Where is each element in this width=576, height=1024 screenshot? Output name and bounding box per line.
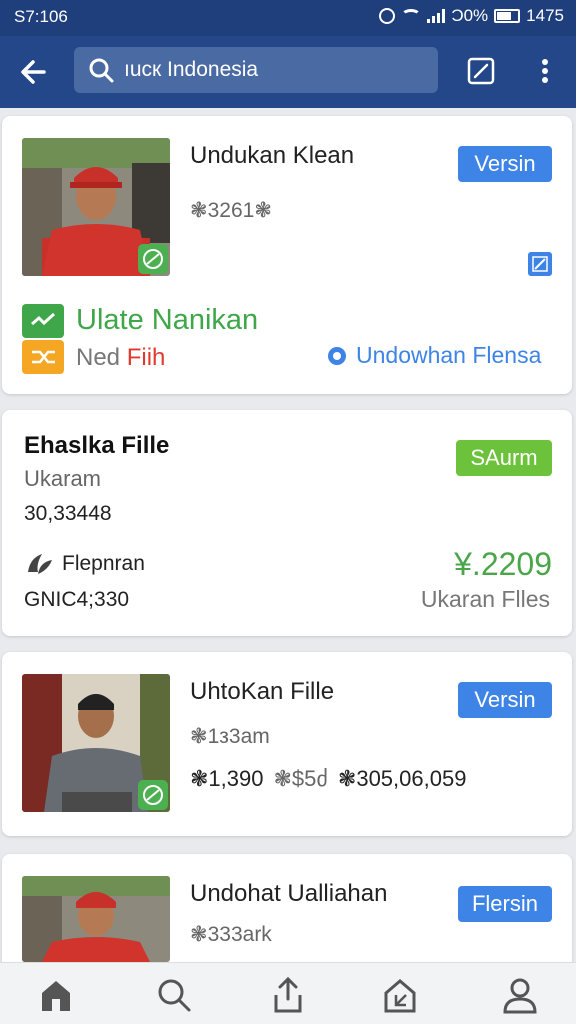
- gear-icon: [328, 346, 346, 365]
- edit-small-icon[interactable]: [528, 252, 552, 276]
- files-label: Ukaran Flles: [420, 586, 550, 612]
- nav-search[interactable]: [154, 975, 194, 1015]
- brand-label: Flepnran: [62, 552, 145, 575]
- file-code: GNIC4;330: [24, 588, 130, 611]
- secondary-label: Ned Fiih: [76, 344, 165, 372]
- app-bar: ıucк Indonesia: [0, 36, 576, 108]
- battery-icon: [494, 9, 521, 23]
- signal-icon: [427, 9, 446, 23]
- search-input[interactable]: ıucк Indonesia: [74, 47, 438, 93]
- download-link[interactable]: Undowhan Flensa: [324, 342, 541, 369]
- image-badge-icon: [138, 780, 168, 810]
- status-icons: Ɔ0% 1475: [379, 6, 564, 26]
- file-meta: ❃1з3am: [190, 725, 270, 748]
- file-card[interactable]: UhtoKan Fille ❃1з3am ❃1,390 ❃$5ძ ❃305,06…: [2, 652, 572, 836]
- thumbnail-image: [22, 876, 170, 962]
- status-right-text: 1475: [526, 6, 564, 25]
- stats-row: ❃1,390 ❃$5ძ ❃305,06,059: [190, 766, 466, 792]
- check-icon: [22, 304, 64, 338]
- file-meta: ❃3261❃: [190, 199, 272, 222]
- status-chip[interactable]: SAurm: [456, 440, 552, 476]
- thumbnail-image: [22, 674, 170, 812]
- file-card[interactable]: Undukan Klean ❃3261❃ Versin Ulate Nanika…: [2, 116, 572, 394]
- wifi-icon: [401, 9, 422, 23]
- more-dot-icon: [542, 68, 548, 74]
- alarm-icon: [379, 8, 396, 24]
- upload-icon: [274, 976, 302, 1013]
- search-icon: [158, 979, 191, 1012]
- more-menu-button[interactable]: [530, 56, 560, 88]
- stat-value: ❃$5ძ: [273, 766, 328, 791]
- status-bar: S7:106 Ɔ0% 1475: [0, 0, 576, 36]
- file-title: UhtoKan Fille: [190, 678, 335, 705]
- file-subtitle: Ukaram: [24, 466, 102, 491]
- home-download-icon: [384, 979, 416, 1013]
- brand-row: Flepnran: [24, 550, 145, 578]
- secondary-label-b: Fiih: [126, 344, 166, 371]
- back-arrow-icon: [21, 60, 46, 84]
- nav-share[interactable]: [268, 975, 308, 1015]
- file-number: 30,33448: [24, 502, 112, 525]
- back-button[interactable]: [16, 54, 52, 90]
- version-button[interactable]: Versin: [458, 146, 552, 182]
- leaf-icon: [28, 554, 52, 574]
- stat-value: ❃1,390: [190, 766, 264, 791]
- price-label: ¥.2209: [454, 546, 552, 582]
- status-label: Ulate Nanikan: [76, 304, 259, 336]
- more-dot-icon: [542, 77, 548, 83]
- file-card[interactable]: Ehaslka Fille Ukaram 30,33448 SAurm Flep…: [2, 410, 572, 636]
- nav-library[interactable]: [380, 975, 420, 1015]
- file-meta: ❃333ark: [190, 923, 272, 946]
- status-time: S7:106: [14, 7, 68, 26]
- battery-percent: Ɔ0%: [451, 6, 489, 25]
- image-badge-icon: [138, 244, 168, 274]
- download-link-label: Undowhan Flensa: [356, 342, 542, 368]
- search-query: ıucк Indonesia: [124, 58, 259, 81]
- bottom-navigation: [0, 962, 576, 1024]
- stat-value: ❃305,06,059: [337, 766, 467, 791]
- profile-icon: [503, 978, 537, 1014]
- more-dot-icon: [542, 59, 548, 65]
- secondary-label-a: Ned: [76, 344, 121, 371]
- version-button[interactable]: Versin: [458, 682, 552, 718]
- nav-home[interactable]: [36, 975, 76, 1015]
- nav-profile[interactable]: [500, 975, 540, 1015]
- file-title: Undohat Ualliahan: [190, 880, 388, 907]
- edit-button[interactable]: [466, 56, 496, 86]
- search-icon: [89, 58, 114, 83]
- edit-square-icon: [467, 57, 495, 85]
- shuffle-icon: [22, 340, 64, 374]
- thumbnail-image: [22, 138, 170, 276]
- file-title: Ehaslka Fille: [24, 432, 170, 459]
- home-icon: [42, 981, 70, 1011]
- version-button[interactable]: Flersin: [458, 886, 552, 922]
- file-title: Undukan Klean: [190, 142, 355, 169]
